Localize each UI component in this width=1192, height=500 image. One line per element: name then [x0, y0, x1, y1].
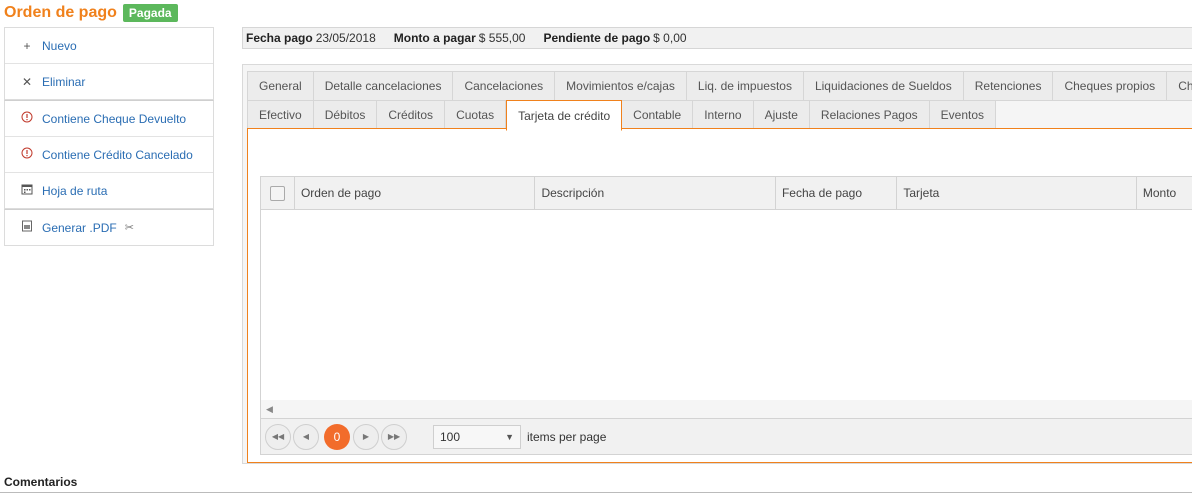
sidebar-item-label: Contiene Crédito Cancelado: [42, 147, 193, 162]
sidebar-item-label: Contiene Cheque Devuelto: [42, 111, 187, 126]
page-size-value: 100: [440, 429, 461, 444]
tab-creditos[interactable]: Créditos: [377, 100, 446, 130]
comments-heading: Comentarios: [4, 475, 78, 489]
pdf-icon: [20, 220, 34, 235]
plus-icon: +: [23, 38, 31, 53]
column-header-orden-de-pago[interactable]: Orden de pago: [293, 177, 535, 209]
title-bar: Orden de pago Pagada: [4, 4, 178, 22]
column-header-fecha-de-pago[interactable]: Fecha de pago: [774, 177, 896, 209]
alert-circle-icon: [20, 111, 34, 126]
pendiente-label: Pendiente de pago: [543, 31, 651, 45]
first-page-button[interactable]: ◀◀: [265, 423, 291, 450]
tab-liq-impuestos[interactable]: Liq. de impuestos: [686, 71, 804, 101]
select-all-checkbox[interactable]: [269, 185, 285, 201]
chevron-down-icon: ▼: [505, 431, 514, 442]
calendar-icon: [20, 183, 34, 198]
last-page-button[interactable]: ▶▶: [381, 423, 407, 450]
tab-panel-tarjeta-de-credito: Orden de pago Descripción Fecha de pago …: [247, 128, 1192, 463]
close-icon: ✕: [21, 74, 33, 89]
grid-body: [261, 210, 1192, 400]
sidebar-item-eliminar[interactable]: ✕ Eliminar: [5, 63, 213, 99]
sidebar-group-flags: Contiene Cheque Devuelto Contiene Crédit…: [4, 100, 214, 209]
comments-divider: [0, 492, 1192, 493]
tab-general[interactable]: General: [247, 71, 314, 101]
next-page-button[interactable]: ▶: [353, 423, 379, 450]
page-size-select[interactable]: 100 ▼: [433, 424, 521, 449]
sidebar-item-label: Eliminar: [42, 74, 86, 89]
items-per-page-label: items per page: [527, 429, 607, 444]
tab-cuotas[interactable]: Cuotas: [445, 100, 507, 130]
data-grid: Orden de pago Descripción Fecha de pago …: [260, 176, 1192, 455]
monto-value: $ 555,00: [478, 31, 526, 45]
sidebar-item-cheque-devuelto[interactable]: Contiene Cheque Devuelto: [5, 101, 213, 136]
horizontal-scrollbar[interactable]: ◀: [261, 400, 1192, 418]
sidebar-item-nuevo[interactable]: + Nuevo: [5, 28, 213, 63]
sidebar-item-label: Hoja de ruta: [42, 183, 108, 198]
tab-liquidaciones-sueldos[interactable]: Liquidaciones de Sueldos: [803, 71, 964, 101]
sidebar-item-label: Nuevo: [42, 38, 77, 53]
column-header-descripcion[interactable]: Descripción: [534, 177, 775, 209]
tab-debitos[interactable]: Débitos: [313, 100, 378, 130]
tab-strip: General Detalle cancelaciones Cancelacio…: [242, 64, 1192, 464]
tab-efectivo[interactable]: Efectivo: [247, 100, 314, 130]
sidebar-item-hoja-de-ruta[interactable]: Hoja de ruta: [5, 172, 213, 208]
grid-header: Orden de pago Descripción Fecha de pago …: [261, 177, 1192, 210]
tab-row-2: Efectivo Débitos Créditos Cuotas Tarjeta…: [247, 100, 997, 131]
current-page-indicator[interactable]: 0: [324, 423, 350, 450]
tab-retenciones[interactable]: Retenciones: [963, 71, 1054, 101]
tab-contable[interactable]: Contable: [622, 100, 694, 130]
tab-interno[interactable]: Interno: [693, 100, 754, 130]
alert-circle-icon: [20, 147, 34, 162]
prev-page-button[interactable]: ◀: [293, 423, 319, 450]
tab-relaciones-pagos[interactable]: Relaciones Pagos: [809, 100, 930, 130]
tab-cheques-propios[interactable]: Cheques propios: [1053, 71, 1168, 101]
sidebar-item-credito-cancelado[interactable]: Contiene Crédito Cancelado: [5, 136, 213, 172]
pager: ◀◀ ◀ 0 ▶ ▶▶ 100 ▼ items per page: [261, 418, 1192, 454]
fecha-pago-label: Fecha pago: [246, 31, 313, 45]
select-all-cell: [261, 177, 294, 209]
export-tool-icon: ✂: [124, 222, 134, 234]
tab-eventos[interactable]: Eventos: [929, 100, 997, 130]
sidebar: + Nuevo ✕ Eliminar Contiene Cheque Devue…: [4, 27, 214, 246]
pendiente-value: $ 0,00: [653, 31, 687, 45]
fecha-pago-value: 23/05/2018: [315, 31, 376, 45]
payment-summary-bar: Fecha pago 23/05/2018 Monto a pagar $ 55…: [242, 27, 1192, 49]
sidebar-group-export: Generar .PDF ✂: [4, 209, 214, 246]
sidebar-item-generar-pdf[interactable]: Generar .PDF ✂: [5, 210, 213, 245]
sidebar-group-actions: + Nuevo ✕ Eliminar: [4, 27, 214, 100]
tab-cheques[interactable]: Cheques: [1167, 71, 1192, 101]
tab-row-1: General Detalle cancelaciones Cancelacio…: [247, 71, 1192, 101]
column-header-monto[interactable]: Monto: [1135, 177, 1192, 209]
column-header-tarjeta[interactable]: Tarjeta: [896, 177, 1136, 209]
tab-cancelaciones[interactable]: Cancelaciones: [453, 71, 556, 101]
tab-tarjeta-de-credito[interactable]: Tarjeta de crédito: [506, 100, 623, 131]
status-badge: Pagada: [122, 4, 178, 22]
tab-ajuste[interactable]: Ajuste: [753, 100, 810, 130]
tab-detalle-cancelaciones[interactable]: Detalle cancelaciones: [313, 71, 454, 101]
sidebar-item-label: Generar .PDF: [42, 220, 117, 235]
scroll-left-icon[interactable]: ◀: [266, 404, 273, 415]
monto-label: Monto a pagar: [393, 31, 476, 45]
page-title: Orden de pago: [4, 4, 117, 21]
tab-movimientos-cajas[interactable]: Movimientos e/cajas: [555, 71, 687, 101]
